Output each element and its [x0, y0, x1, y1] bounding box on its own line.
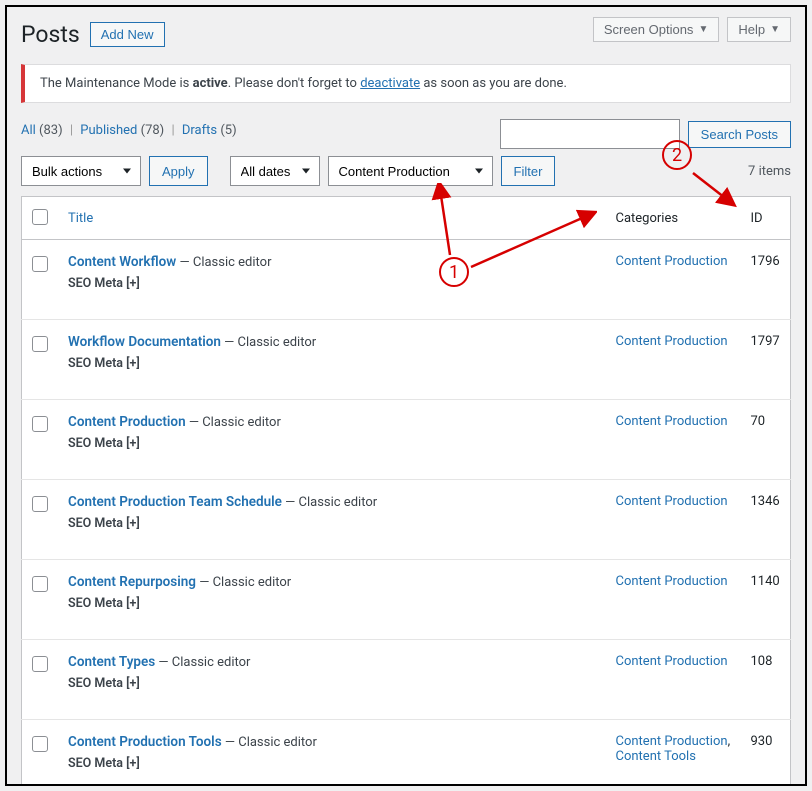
id-cell: 1797 [741, 320, 791, 400]
post-title-link[interactable]: Content Production Tools [68, 734, 222, 750]
seo-meta-toggle[interactable]: SEO Meta [+] [68, 516, 596, 531]
callout-2: 2 [662, 140, 692, 170]
table-row: Content Production Team Schedule — Class… [22, 480, 791, 560]
id-cell: 108 [741, 640, 791, 720]
deactivate-link[interactable]: deactivate [360, 76, 420, 91]
row-checkbox[interactable] [32, 256, 48, 272]
row-checkbox[interactable] [32, 336, 48, 352]
table-row: Content Types — Classic editor SEO Meta … [22, 640, 791, 720]
post-title-link[interactable]: Content Production Team Schedule [68, 494, 282, 510]
post-title-link[interactable]: Content Workflow [68, 254, 176, 270]
table-row: Content Production — Classic editor SEO … [22, 400, 791, 480]
row-checkbox[interactable] [32, 496, 48, 512]
categories-cell: Content Production [606, 480, 741, 560]
seo-meta-toggle[interactable]: SEO Meta [+] [68, 676, 596, 691]
post-state: — Classic editor [176, 255, 271, 270]
seo-meta-toggle[interactable]: SEO Meta [+] [68, 276, 596, 291]
post-state: — Classic editor [155, 655, 250, 670]
id-cell: 930 [741, 720, 791, 787]
filter-button[interactable]: Filter [501, 156, 556, 186]
chevron-down-icon: ▼ [698, 24, 708, 35]
id-cell: 1140 [741, 560, 791, 640]
seo-meta-toggle[interactable]: SEO Meta [+] [68, 436, 596, 451]
filter-drafts[interactable]: Drafts (5) [182, 123, 237, 138]
category-link[interactable]: Content Production [616, 414, 728, 429]
id-cell: 70 [741, 400, 791, 480]
post-state: — Classic editor [186, 415, 281, 430]
post-state: — Classic editor [196, 575, 291, 590]
help-label: Help [738, 22, 765, 37]
category-filter-select[interactable]: Content Production [328, 156, 493, 186]
category-link[interactable]: Content Production [616, 654, 728, 669]
add-new-button[interactable]: Add New [90, 22, 165, 47]
items-count: 7 items [748, 164, 791, 179]
post-state: — Classic editor [282, 495, 377, 510]
search-input[interactable] [500, 119, 680, 149]
row-checkbox[interactable] [32, 736, 48, 752]
column-title[interactable]: Title [58, 197, 606, 240]
chevron-down-icon: ▼ [770, 24, 780, 35]
categories-cell: Content Production [606, 240, 741, 320]
screen-options-button[interactable]: Screen Options ▼ [593, 17, 720, 42]
table-row: Workflow Documentation — Classic editor … [22, 320, 791, 400]
id-cell: 1346 [741, 480, 791, 560]
categories-cell: Content Production [606, 560, 741, 640]
select-all-checkbox[interactable] [32, 209, 48, 225]
post-state: — Classic editor [221, 335, 316, 350]
categories-cell: Content Production [606, 320, 741, 400]
page-title: Posts [21, 21, 80, 48]
post-title-link[interactable]: Content Types [68, 654, 155, 670]
category-link[interactable]: Content Production [616, 574, 728, 589]
column-categories: Categories [606, 197, 741, 240]
category-link[interactable]: Content Production [616, 494, 728, 509]
posts-table: Title Categories ID Content Workflow — C… [21, 196, 791, 786]
category-link[interactable]: Content Tools [616, 749, 696, 764]
table-row: Content Repurposing — Classic editor SEO… [22, 560, 791, 640]
post-title-link[interactable]: Content Repurposing [68, 574, 196, 590]
search-posts-button[interactable]: Search Posts [688, 121, 791, 148]
post-title-link[interactable]: Content Production [68, 414, 186, 430]
categories-cell: Content Production [606, 400, 741, 480]
bulk-actions-select[interactable]: Bulk actions [21, 156, 141, 186]
category-link[interactable]: Content Production [616, 254, 728, 269]
row-checkbox[interactable] [32, 656, 48, 672]
column-id: ID [741, 197, 791, 240]
seo-meta-toggle[interactable]: SEO Meta [+] [68, 756, 596, 771]
seo-meta-toggle[interactable]: SEO Meta [+] [68, 356, 596, 371]
filter-published[interactable]: Published (78) [80, 123, 164, 138]
categories-cell: Content Production, Content Tools [606, 720, 741, 787]
post-state: — Classic editor [222, 735, 317, 750]
apply-button[interactable]: Apply [149, 156, 208, 186]
callout-1: 1 [439, 257, 469, 287]
post-title-link[interactable]: Workflow Documentation [68, 334, 221, 350]
table-row: Content Workflow — Classic editor SEO Me… [22, 240, 791, 320]
screen-options-label: Screen Options [604, 22, 694, 37]
maintenance-notice: The Maintenance Mode is active. Please d… [21, 64, 791, 103]
category-link[interactable]: Content Production [616, 334, 728, 349]
category-link[interactable]: Content Production [616, 734, 728, 749]
id-cell: 1796 [741, 240, 791, 320]
filter-all[interactable]: All (83) [21, 123, 63, 138]
categories-cell: Content Production [606, 640, 741, 720]
date-filter-select[interactable]: All dates [230, 156, 320, 186]
row-checkbox[interactable] [32, 576, 48, 592]
row-checkbox[interactable] [32, 416, 48, 432]
table-row: Content Production Tools — Classic edito… [22, 720, 791, 787]
help-button[interactable]: Help ▼ [727, 17, 791, 42]
seo-meta-toggle[interactable]: SEO Meta [+] [68, 596, 596, 611]
